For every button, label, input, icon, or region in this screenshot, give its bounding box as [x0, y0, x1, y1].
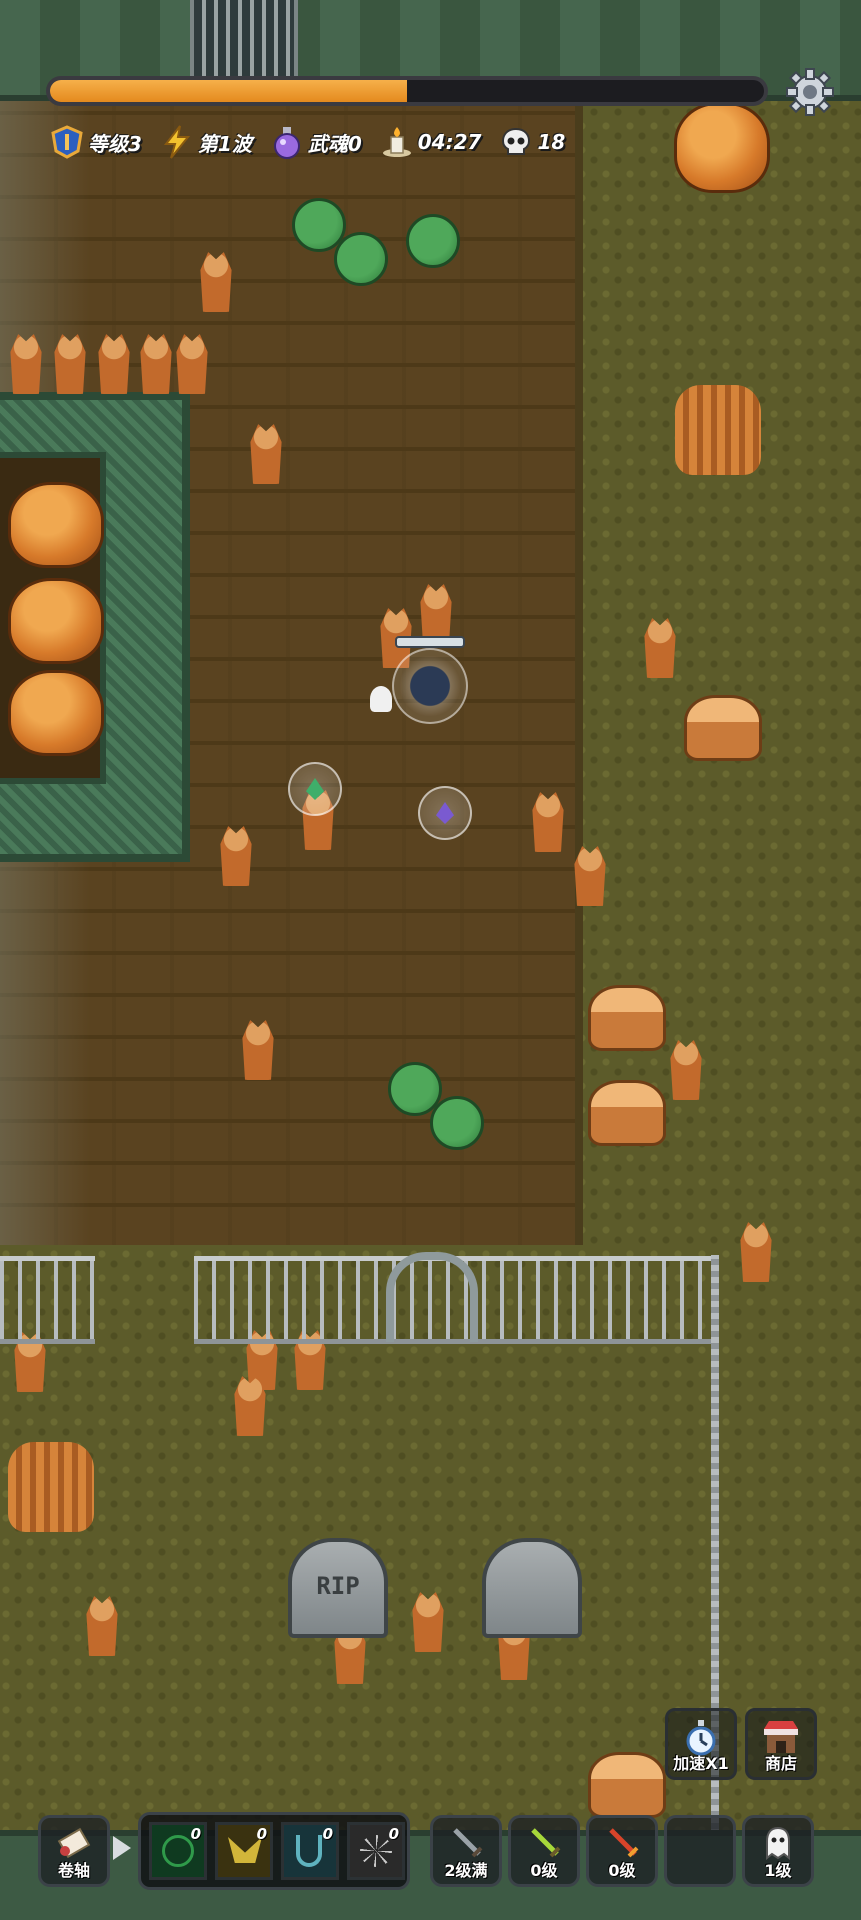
lightning-icon	[160, 125, 194, 159]
skill-count: 0	[190, 1825, 201, 1843]
player-hero	[392, 648, 468, 724]
scroll-button[interactable]: 卷轴	[38, 1815, 110, 1887]
potion-icon	[270, 125, 304, 159]
skull-icon	[499, 125, 533, 159]
lily-pad	[334, 232, 388, 286]
skill-count: 0	[322, 1825, 333, 1843]
tree-stump	[684, 695, 762, 761]
stat-wave: 第1波	[160, 125, 252, 159]
stat-kills: 18	[499, 125, 565, 159]
pumpkin	[8, 578, 104, 664]
skill-slot-dragon[interactable]: 0	[149, 1822, 207, 1880]
top-iron-gate	[190, 0, 298, 84]
player-health-bar	[395, 636, 465, 648]
dragon-skill-icon	[162, 1835, 194, 1867]
red-sword-icon	[605, 1826, 639, 1864]
skill-count: 0	[388, 1825, 399, 1843]
skill-slot-lyre[interactable]: 0	[281, 1822, 339, 1880]
green-sword-icon	[527, 1826, 561, 1864]
skill-group: 0 0 0 0	[138, 1812, 410, 1890]
skill-count: 0	[256, 1825, 267, 1843]
soul-orb	[288, 762, 342, 816]
stat-timer: 04:27	[380, 125, 482, 159]
iron-fence	[0, 1256, 95, 1344]
level-label: 等级3	[88, 131, 142, 156]
stat-soul: 武魂0	[270, 125, 362, 159]
weapon-slot-ghost[interactable]: 1级	[742, 1815, 814, 1887]
wave-progress-fill	[50, 80, 407, 102]
skill-slot-web[interactable]: 0	[347, 1822, 405, 1880]
shop-button[interactable]: 商店	[745, 1708, 817, 1780]
weapon-slot-1[interactable]: 2级满	[430, 1815, 502, 1887]
weapon-slot-empty[interactable]	[664, 1815, 736, 1887]
cracked-tombstone	[482, 1538, 582, 1638]
tree-stump	[588, 985, 666, 1051]
tree-stump	[588, 1752, 666, 1818]
lily-pad	[430, 1096, 484, 1150]
pumpkin	[8, 482, 104, 568]
level-badge-icon	[50, 125, 84, 159]
web-skill-icon	[360, 1835, 392, 1867]
game-world: RIP	[0, 0, 861, 1920]
ghost-icon	[764, 1826, 792, 1864]
gray-sword-icon	[449, 1826, 483, 1864]
expand-arrow-icon[interactable]	[113, 1836, 131, 1860]
settings-gear-button[interactable]	[784, 66, 836, 118]
candle-timer-icon	[380, 125, 414, 159]
speed-button[interactable]: 加速X1	[665, 1708, 737, 1780]
weapon-slot-3[interactable]: 0级	[586, 1815, 658, 1887]
stat-level: 等级3	[50, 125, 142, 159]
gear-icon	[786, 68, 834, 116]
wave-label: 第1波	[197, 131, 252, 156]
dry-bush	[675, 385, 761, 475]
weapon-slot-2[interactable]: 0级	[508, 1815, 580, 1887]
lyre-skill-icon	[296, 1835, 322, 1867]
stats-row: 等级3 第1波 武魂0 04:27 18	[50, 122, 565, 162]
scroll-icon	[56, 1826, 92, 1864]
lily-pad	[406, 214, 460, 268]
stopwatch-icon	[682, 1719, 720, 1761]
shop-icon	[761, 1719, 801, 1759]
wave-progress-bar	[46, 76, 768, 106]
rip-tombstone: RIP	[288, 1538, 388, 1638]
pumpkin	[8, 670, 104, 756]
tree-stump	[588, 1080, 666, 1146]
skill-slot-wings[interactable]: 0	[215, 1822, 273, 1880]
ghost-companion	[370, 686, 392, 712]
dry-bush	[8, 1442, 94, 1532]
kills-label: 18	[537, 130, 566, 154]
soul-orb	[418, 786, 472, 840]
timer-label: 04:27	[417, 130, 482, 154]
pumpkin	[674, 102, 770, 193]
cemetery-gate-arch	[386, 1252, 478, 1342]
soul-label: 武魂0	[307, 131, 362, 156]
